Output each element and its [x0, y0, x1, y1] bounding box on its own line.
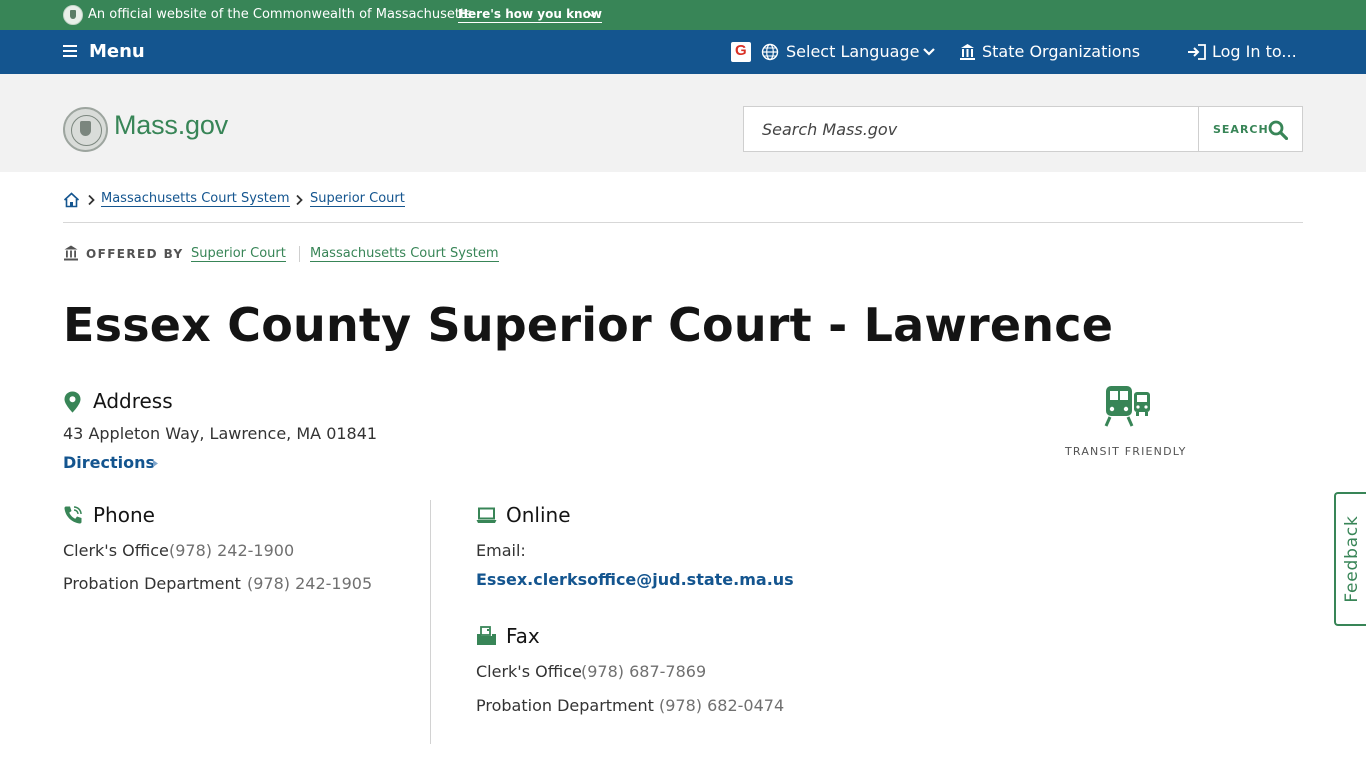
chevron-right-icon	[296, 194, 303, 206]
search-box	[743, 106, 1199, 152]
mass-seal-logo-icon[interactable]	[63, 107, 108, 152]
laptop-icon	[476, 507, 497, 523]
page-title: Essex County Superior Court - Lawrence	[63, 298, 1114, 352]
official-banner: An official website of the Commonwealth …	[0, 0, 1366, 30]
address-heading: Address	[93, 389, 173, 413]
phone-entry-label: Probation Department	[63, 574, 241, 593]
menu-button[interactable]: Menu	[89, 41, 145, 62]
feedback-label: Feedback	[1342, 515, 1362, 603]
email-link[interactable]: Essex.clerksoffice@jud.state.ma.us	[476, 570, 794, 589]
separator	[299, 246, 300, 262]
globe-icon	[761, 43, 779, 61]
building-icon	[64, 245, 78, 261]
offered-by-label: OFFERED BY	[86, 247, 184, 261]
chevron-down-icon	[923, 48, 935, 56]
address-line: 43 Appleton Way, Lawrence, MA 01841	[63, 424, 378, 443]
official-banner-text: An official website of the Commonwealth …	[88, 7, 472, 22]
online-heading: Online	[506, 503, 571, 527]
how-you-know-toggle[interactable]: Here's how you know	[458, 7, 602, 23]
location-pin-icon	[64, 391, 81, 413]
email-label: Email:	[476, 541, 526, 560]
arrow-right-icon	[153, 460, 158, 467]
phone-heading: Phone	[93, 503, 155, 527]
fax-icon	[477, 626, 496, 645]
feedback-tab[interactable]: Feedback	[1334, 492, 1366, 626]
fax-heading: Fax	[506, 624, 540, 648]
search-icon	[1268, 120, 1288, 140]
site-header: Mass.gov SEARCH	[0, 74, 1366, 172]
column-divider	[430, 500, 431, 744]
state-seal-icon	[63, 5, 83, 25]
fax-number: (978) 687-7869	[581, 662, 707, 681]
top-nav: Menu G Select Language State Organizatio…	[0, 30, 1366, 74]
chevron-right-icon	[88, 194, 95, 206]
select-language-button[interactable]: Select Language	[786, 42, 919, 61]
home-icon[interactable]	[63, 192, 80, 208]
login-button[interactable]: Log In to...	[1212, 42, 1297, 61]
site-logo-text[interactable]: Mass.gov	[114, 110, 228, 141]
transit-friendly-label: TRANSIT FRIENDLY	[1065, 445, 1187, 458]
directions-link[interactable]: Directions	[63, 453, 155, 472]
search-input[interactable]	[745, 108, 1195, 150]
google-translate-icon: G	[731, 42, 751, 62]
offered-by-link[interactable]: Massachusetts Court System	[310, 247, 499, 262]
menu-icon[interactable]	[63, 44, 77, 58]
login-icon	[1188, 44, 1206, 60]
breadcrumb-link[interactable]: Massachusetts Court System	[101, 192, 290, 207]
phone-number[interactable]: (978) 242-1900	[169, 541, 294, 560]
breadcrumb-link[interactable]: Superior Court	[310, 192, 405, 207]
chevron-down-icon	[586, 10, 598, 18]
offered-by-link[interactable]: Superior Court	[191, 247, 286, 262]
fax-number: (978) 682-0474	[659, 696, 785, 715]
fax-entry-label: Clerk's Office	[476, 662, 582, 681]
state-organizations-button[interactable]: State Organizations	[982, 42, 1140, 61]
divider	[63, 222, 1303, 223]
phone-entry-label: Clerk's Office	[63, 541, 169, 560]
transit-icon	[1104, 386, 1150, 427]
phone-icon	[64, 506, 82, 524]
search-button-label: SEARCH	[1213, 123, 1269, 136]
fax-entry-label: Probation Department	[476, 696, 654, 715]
building-icon	[960, 44, 975, 60]
search-button[interactable]: SEARCH	[1198, 106, 1303, 152]
phone-number[interactable]: (978) 242-1905	[247, 574, 372, 593]
